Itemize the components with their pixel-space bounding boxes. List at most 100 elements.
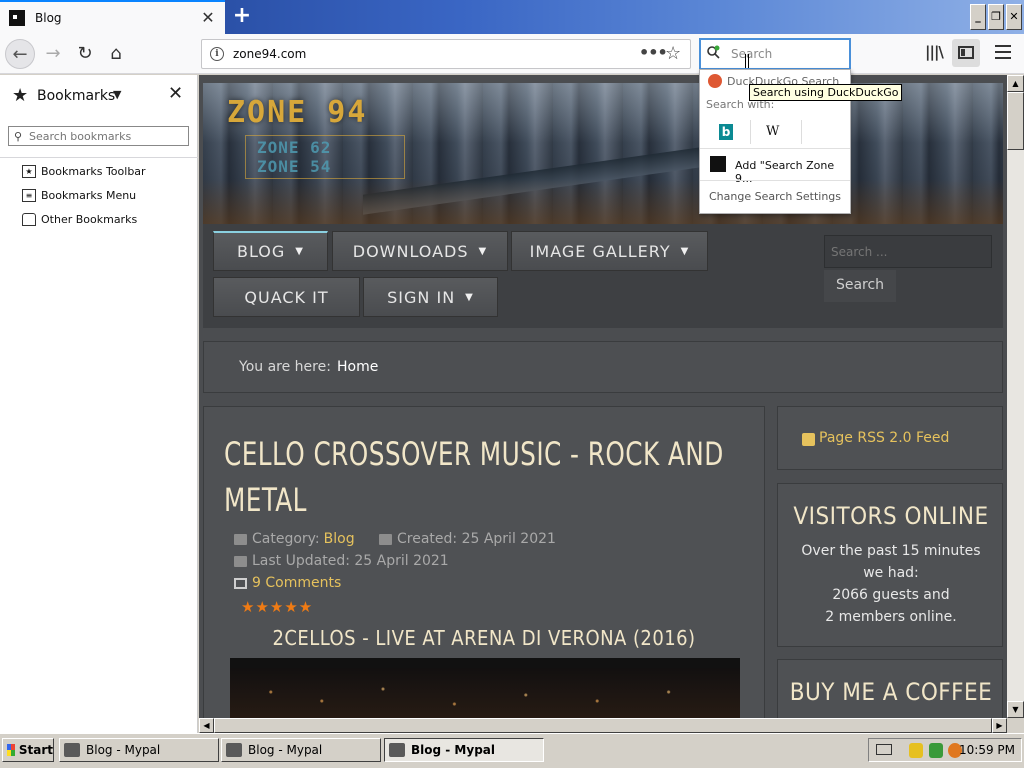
new-tab-button[interactable]: + [230, 5, 254, 29]
sidebar-title[interactable]: Bookmarks [37, 88, 115, 104]
mypal-icon [389, 743, 405, 757]
taskbar-item-active[interactable]: Blog - Mypal [384, 738, 544, 762]
url-bar[interactable]: i zone94.com ••• ☆ [201, 39, 691, 69]
bookmarks-search-field[interactable]: ⚲ [8, 126, 189, 146]
start-button[interactable]: Start [2, 738, 54, 762]
site-info-icon[interactable]: i [210, 47, 224, 61]
sidebar-toggle-button[interactable] [952, 39, 980, 67]
site-favicon-icon [9, 10, 25, 26]
scroll-thumb[interactable] [1007, 92, 1024, 150]
minimize-button[interactable]: _ [970, 4, 986, 30]
site-search-field[interactable] [824, 235, 992, 268]
comments-link[interactable]: 9 Comments [234, 575, 341, 591]
embedded-video[interactable] [230, 658, 740, 718]
taskbar-item[interactable]: Blog - Mypal [59, 738, 219, 762]
home-button[interactable]: ⌂ [101, 39, 131, 69]
comments-count: 9 Comments [252, 575, 342, 591]
nav-label: QUACK IT [244, 287, 329, 307]
clock[interactable]: 10:59 PM [959, 743, 1015, 757]
divider [750, 120, 751, 144]
nav-blog[interactable]: BLOG ▼ [213, 231, 328, 271]
window-controls: _ ❐ ✕ [970, 4, 1022, 30]
keyboard-icon[interactable] [876, 744, 892, 755]
bookmark-folder-toolbar[interactable]: ★ Bookmarks Toolbar [22, 162, 146, 180]
breadcrumb-home: Home [337, 359, 379, 375]
divider [700, 148, 850, 149]
banner-glow [203, 179, 1003, 224]
bookmark-folder-label: Bookmarks Toolbar [41, 164, 146, 178]
change-search-settings-button[interactable]: Change Search Settings [700, 190, 850, 203]
divider [700, 180, 850, 181]
bookmark-folder-other[interactable]: Other Bookmarks [22, 210, 137, 228]
reload-button[interactable]: ↻ [70, 39, 100, 69]
duckduckgo-icon [708, 74, 722, 88]
rss-link[interactable]: Page RSS 2.0 Feed [819, 430, 949, 446]
article-title: CELLO CROSSOVER MUSIC - ROCK AND METAL [224, 435, 724, 519]
rss-icon [802, 433, 815, 446]
close-window-button[interactable]: ✕ [1006, 4, 1022, 30]
scroll-left-icon[interactable]: ◀ [199, 718, 214, 733]
back-button[interactable]: ← [5, 39, 35, 69]
vertical-scrollbar[interactable]: ▲ ▼ [1007, 75, 1024, 718]
browser-tab[interactable]: Blog ✕ [0, 0, 225, 34]
divider [0, 157, 198, 158]
wikipedia-icon[interactable]: W [766, 124, 779, 139]
search-icon: ⚲ [14, 130, 23, 143]
category-link[interactable]: Blog [324, 531, 355, 547]
created-date: Created: 25 April 2021 [397, 531, 556, 547]
bookmark-folder-label: Bookmarks Menu [41, 188, 137, 202]
scroll-up-icon[interactable]: ▲ [1007, 75, 1024, 92]
site-search-input[interactable] [825, 236, 985, 267]
bookmark-star-icon[interactable]: ☆ [665, 43, 681, 64]
close-tab-icon[interactable]: ✕ [197, 7, 219, 29]
nav-label: DOWNLOADS [352, 241, 469, 261]
caret-down-icon: ▼ [680, 245, 690, 257]
nav-image-gallery[interactable]: IMAGE GALLERY ▼ [511, 231, 708, 271]
restore-button[interactable]: ❐ [988, 4, 1004, 30]
hamburger-menu-icon[interactable] [995, 45, 1011, 59]
visitors-title: VISITORS ONLINE [793, 502, 989, 530]
bing-icon[interactable]: b [719, 124, 733, 140]
library-icon[interactable]: |||\ [925, 43, 944, 61]
nav-quack-it[interactable]: QUACK IT [213, 277, 360, 317]
scroll-down-icon[interactable]: ▼ [1007, 701, 1024, 718]
video-thumbnail [230, 668, 740, 718]
article-created: Created: 25 April 2021 [379, 531, 556, 547]
page-actions-icon[interactable]: ••• [639, 43, 668, 62]
chevron-down-icon[interactable]: ▼ [113, 88, 121, 101]
scroll-right-icon[interactable]: ▶ [992, 718, 1007, 733]
site-banner[interactable]: ZONE 94 ZONE 62 ZONE 54 [203, 83, 1003, 224]
article-category: Category: Blog [234, 531, 355, 547]
shield-icon[interactable] [909, 743, 923, 758]
bookmarks-search-input[interactable] [29, 129, 184, 143]
article-rating[interactable]: ★★★★★ [241, 598, 313, 616]
search-engine-icon[interactable] [706, 45, 720, 59]
article-subtitle: 2CELLOS - LIVE AT ARENA DI VERONA (2016) [272, 626, 696, 650]
url-text[interactable]: zone94.com [233, 47, 306, 61]
add-search-engine-item[interactable]: Add "Search Zone 9... [735, 159, 850, 185]
taskbar-item[interactable]: Blog - Mypal [221, 738, 381, 762]
nav-sign-in[interactable]: SIGN IN ▼ [363, 277, 498, 317]
windows-logo-icon [7, 744, 15, 756]
site-search-button[interactable]: Search [824, 270, 896, 302]
site-logo[interactable]: ZONE 94 [227, 95, 367, 130]
mypal-icon [64, 743, 80, 757]
caret-down-icon: ▼ [465, 291, 474, 303]
breadcrumb: You are here: Home [203, 341, 1003, 393]
forward-button[interactable]: → [38, 39, 68, 69]
sidebar-header[interactable]: ★ Bookmarks ▼ ✕ [0, 75, 198, 117]
nav-downloads[interactable]: DOWNLOADS ▼ [332, 231, 508, 271]
close-sidebar-icon[interactable]: ✕ [168, 83, 183, 104]
scroll-thumb[interactable] [214, 718, 992, 733]
network-icon[interactable] [929, 743, 943, 758]
star-box-icon: ★ [22, 164, 36, 178]
search-bar[interactable]: Search [699, 38, 851, 70]
article-updated: Last Updated: 25 April 2021 [234, 553, 449, 569]
nav-label: BLOG [236, 242, 286, 261]
horizontal-scrollbar[interactable]: ◀ ▶ [199, 718, 1007, 733]
bookmark-folder-menu[interactable]: ≡ Bookmarks Menu [22, 186, 136, 204]
bookmarks-sidebar: ★ Bookmarks ▼ ✕ ⚲ ★ Bookmarks Toolbar ≡ … [0, 75, 198, 733]
start-label: Start [18, 743, 53, 757]
divider [801, 120, 802, 144]
breadcrumb-label: You are here: [239, 359, 331, 375]
